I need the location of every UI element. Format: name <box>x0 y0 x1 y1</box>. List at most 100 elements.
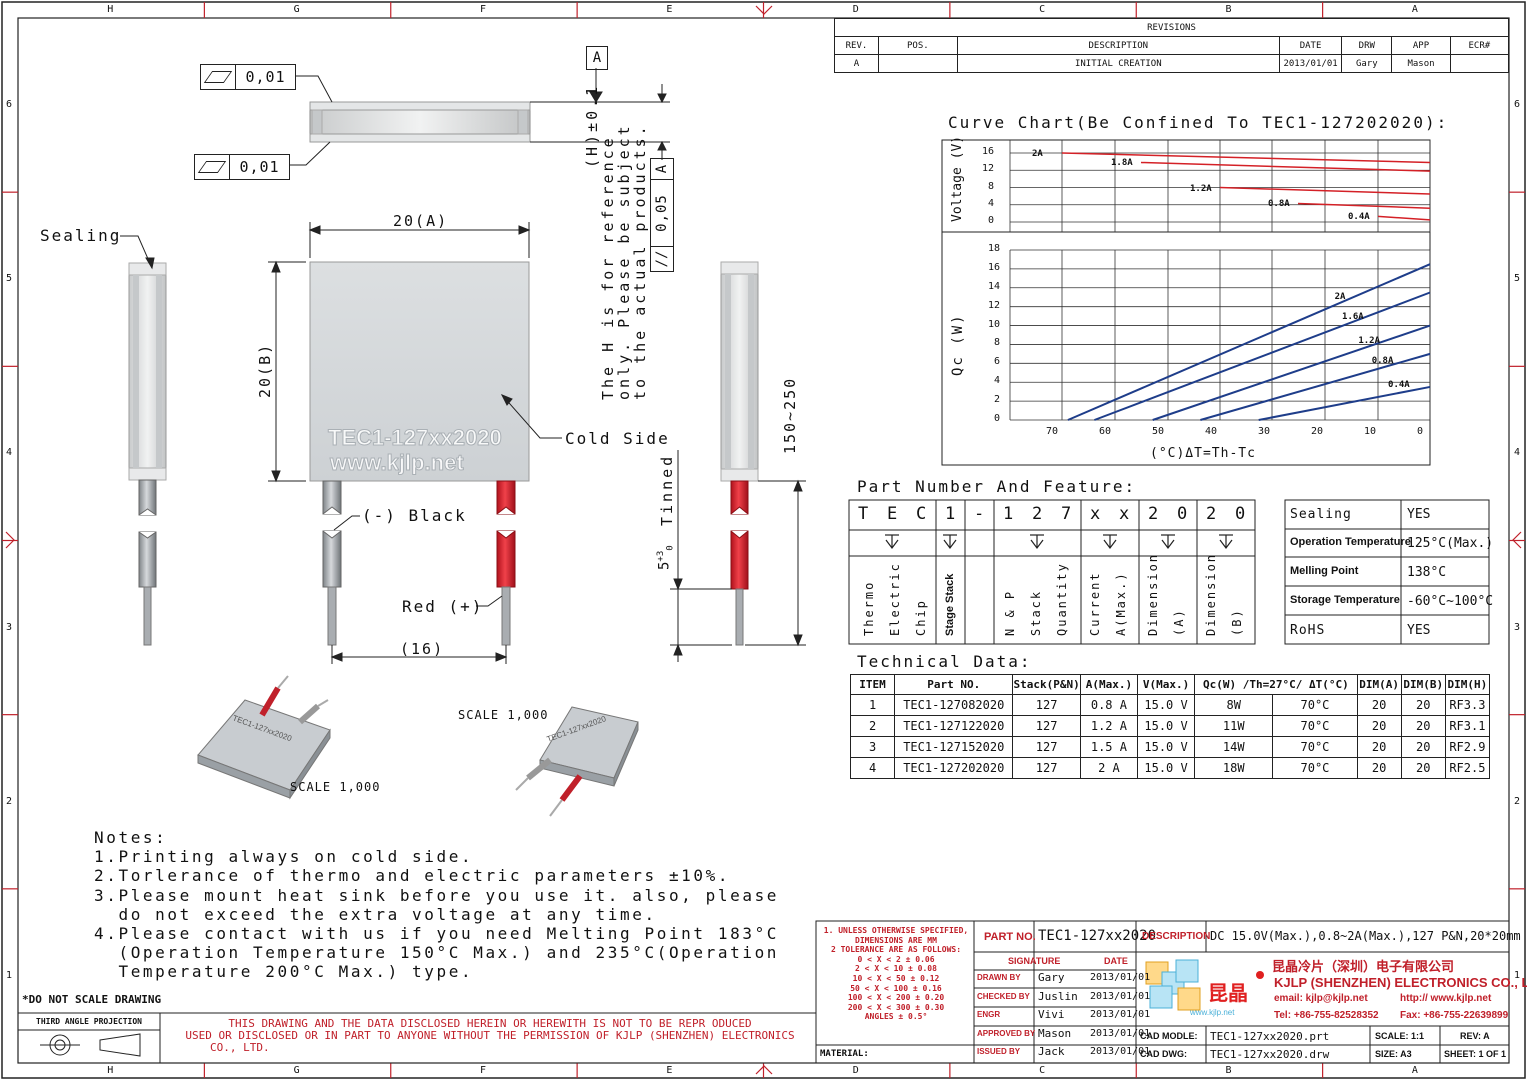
part-number-desc: A(Max.) <box>1114 571 1128 636</box>
tech-cell: 127 <box>1012 715 1081 737</box>
feature-value: YES <box>1407 507 1431 522</box>
revision-header: ECR# <box>1449 36 1510 55</box>
zone-letter: A <box>1411 4 1418 15</box>
voltage-tick: 12 <box>982 163 995 175</box>
voltage-tick: 16 <box>982 146 995 157</box>
tech-cell: TEC1-127202020 <box>894 757 1014 779</box>
qc-series-line <box>1152 324 1431 421</box>
signer-role: ENGR <box>977 1010 1001 1019</box>
h-note-line: (H)±0.1 <box>583 83 601 168</box>
qc-ytick: 10 <box>988 318 1001 330</box>
side-view-left <box>128 262 167 646</box>
company-tel: Tel: +86-755-82528352 <box>1274 1010 1379 1021</box>
part-number-desc: Electric <box>888 562 902 636</box>
tech-header: V(Max.) <box>1136 674 1196 695</box>
qc-ytick: 14 <box>988 280 1001 292</box>
qc-xtick: 0 <box>1417 426 1424 437</box>
qc-xlabel: (°C)ΔT=Th-Tc <box>1150 446 1256 461</box>
signer-role: APPROVED BY <box>977 1028 1036 1038</box>
tech-cell: 70°C <box>1272 715 1358 737</box>
signer-role: DRAWN BY <box>977 973 1021 982</box>
zone-number: 6 <box>6 99 13 111</box>
part-number-desc: Thermo <box>862 580 876 636</box>
scale-value: SCALE: 1:1 <box>1375 1031 1425 1041</box>
zone-letter: D <box>852 4 859 15</box>
part-number-desc: Quantity <box>1055 562 1069 636</box>
notes-title: Notes: <box>94 828 168 847</box>
watermark-part: TEC1-127xx2020 <box>328 425 503 451</box>
sealing-label: Sealing <box>40 226 122 245</box>
h-note-line: The H is for reference <box>599 135 617 400</box>
zone-letter: G <box>293 4 300 15</box>
tolerance-line: 2 < X < 10 ± 0.08 <box>855 964 937 974</box>
tech-cell: 15.0 V <box>1136 757 1196 779</box>
part-number-char: 7 <box>1061 504 1072 524</box>
tech-cell: 127 <box>1012 736 1081 758</box>
cad-model-label: CAD MODLE: <box>1140 1031 1198 1041</box>
part-number-char: C <box>916 504 927 524</box>
note-line: do not exceed the extra voltage at any t… <box>94 904 657 924</box>
voltage-series-label: 0.8A <box>1268 199 1290 210</box>
company-email: email: kjlp@kjlp.net <box>1274 993 1368 1004</box>
zone-number: 5 <box>1514 273 1521 285</box>
revision-header: DATE <box>1278 36 1343 55</box>
signer-date: 2013/01/01 <box>1090 972 1151 983</box>
logo-url: www.kjlp.net <box>1190 1008 1235 1017</box>
tech-cell: 0.8 A <box>1079 694 1138 716</box>
tech-cell: 127 <box>1012 757 1081 779</box>
cad-model-value: TEC1-127xx2020.prt <box>1210 1030 1330 1043</box>
qc-series-line <box>1258 385 1431 421</box>
tolerance-block: 1. UNLESS OTHERWISE SPECIFIED, DIMENSIONS… <box>818 926 974 1022</box>
tinned-tol-minus: 0 <box>665 545 676 551</box>
tinned-len: 5 <box>656 561 673 570</box>
tolerance-line: 0 < X < 2 ± 0.06 <box>857 954 935 964</box>
feature-value: -60°C~100°C <box>1407 594 1494 609</box>
zone-number: 6 <box>1514 99 1521 111</box>
signer-date: 2013/01/01 <box>1090 1009 1151 1020</box>
notes: Notes: 1.Printing always on cold side. 2.… <box>94 828 779 982</box>
feature-value: 138°C <box>1407 565 1447 580</box>
revision-cell: Mason <box>1391 54 1451 73</box>
tech-cell: TEC1-127122020 <box>894 715 1014 737</box>
tech-cell: 8W <box>1194 694 1274 716</box>
zone-letter: B <box>1225 1065 1232 1076</box>
qc-ytick: 18 <box>988 243 1001 254</box>
revision-header: DESCRIPTION <box>956 36 1280 55</box>
part-number-char: - <box>974 504 985 524</box>
note-line: (Operation Temperature 150°C Max.) and 2… <box>94 943 780 963</box>
tech-cell: 4 <box>849 757 896 779</box>
positive-lead-label: Red (+) <box>402 597 484 616</box>
zone-number: 3 <box>1514 621 1521 633</box>
voltage-series-label: 1.2A <box>1190 183 1212 194</box>
part-number-char: x <box>1090 504 1101 524</box>
tech-cell: 20 <box>1400 715 1446 737</box>
tech-cell: 20 <box>1356 736 1402 758</box>
flatness-icon <box>195 155 230 179</box>
revision-cell <box>877 54 958 73</box>
voltage-chart <box>941 139 1431 466</box>
parallel-value: 0,05 <box>651 179 673 246</box>
tech-cell: 1.5 A <box>1079 736 1138 758</box>
dim-lead-length: 150~250 <box>781 376 799 454</box>
tech-cell: TEC1-127082020 <box>894 694 1014 716</box>
tech-cell: 20 <box>1400 757 1446 779</box>
material-label: MATERIAL: <box>820 1049 869 1059</box>
tech-cell: 15.0 V <box>1136 736 1196 758</box>
tech-cell: 1 <box>849 694 896 716</box>
tech-cell: RF2.9 <box>1444 736 1491 758</box>
flatness-frame-top: 0,01 <box>200 64 296 90</box>
signer-name: Mason <box>1038 1026 1072 1040</box>
qc-xtick: 30 <box>1258 426 1271 437</box>
tech-cell: 20 <box>1356 757 1402 779</box>
qc-series-label: 1.2A <box>1358 336 1381 346</box>
signer-role: ISSUED BY <box>977 1047 1021 1056</box>
zone-number: 2 <box>6 795 13 807</box>
qc-ytick: 16 <box>988 261 1001 273</box>
tech-cell: 20 <box>1400 736 1446 758</box>
cad-dwg-label: CAD DWG: <box>1140 1049 1187 1059</box>
part-number-desc: Stage Stack <box>944 573 956 636</box>
tech-row: 2 TEC1-127122020 127 1.2 A 15.0 V 11W 70°C 20 20… <box>849 715 1491 737</box>
part-number-char: 0 <box>1235 504 1246 524</box>
qc-xtick: 20 <box>1311 426 1324 437</box>
qc-xtick: 10 <box>1364 426 1377 437</box>
